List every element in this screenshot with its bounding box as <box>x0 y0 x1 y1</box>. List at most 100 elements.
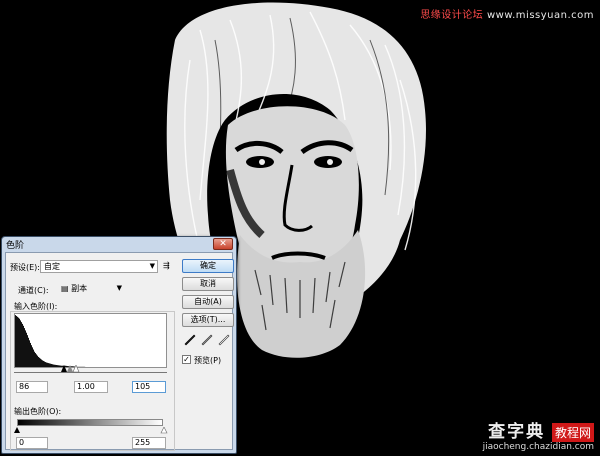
histogram-bar <box>102 367 103 368</box>
watermark-top-url: www.missyuan.com <box>487 10 594 21</box>
dialog-client: 预设(E): 自定 ▼ ⇶ 通道(C): ▤ 副本 ▼ 输入色阶(I): 86 … <box>5 252 234 451</box>
histogram-bar <box>58 365 59 367</box>
watermark-top: 思缘设计论坛 www.missyuan.com <box>420 6 594 21</box>
histogram-bar <box>104 367 105 368</box>
watermark-bottom: 查字典 教程网 jiaocheng.chazidian.com <box>454 417 594 452</box>
histogram-bar <box>47 362 48 367</box>
histogram-bar <box>46 362 47 367</box>
histogram-bar <box>28 337 29 367</box>
histogram-bar <box>49 363 50 367</box>
input-slider-track <box>14 372 167 373</box>
histogram-bar <box>45 362 46 367</box>
gray-point-handle[interactable] <box>67 365 73 372</box>
histogram-bar <box>93 367 94 368</box>
histogram-bar <box>106 367 107 368</box>
output-white-handle[interactable] <box>160 427 168 434</box>
watermark-top-cn: 思缘设计论坛 <box>420 10 484 21</box>
output-levels-label: 输出色阶(O): <box>14 407 62 416</box>
histogram-bar <box>88 367 89 368</box>
preset-options-icon[interactable]: ⇶ <box>163 261 170 270</box>
output-black-field[interactable]: 0 <box>16 437 48 449</box>
histogram-bar <box>54 364 55 367</box>
histogram-bar <box>34 351 35 367</box>
histogram-bar <box>16 315 17 367</box>
histogram-bar <box>43 360 44 367</box>
watermark-big: 查字典 <box>488 422 546 442</box>
input-levels-label: 输入色阶(I): <box>14 302 58 311</box>
histogram-bar <box>89 367 90 368</box>
histogram-bar <box>85 366 86 367</box>
channel-label: 通道(C): <box>16 285 51 296</box>
histogram-bar <box>24 328 25 367</box>
histogram-bar <box>23 325 24 367</box>
ok-button[interactable]: 确定 <box>182 259 234 273</box>
histogram-bar <box>48 363 49 367</box>
gray-eyedropper-icon[interactable] <box>201 334 213 346</box>
histogram-bar <box>52 364 53 367</box>
histogram-bar <box>30 342 31 367</box>
histogram-bar <box>59 365 60 367</box>
histogram-bar <box>51 363 52 367</box>
histogram-bar <box>101 367 102 368</box>
chevron-down-icon: ▼ <box>149 262 155 270</box>
black-eyedropper-icon[interactable] <box>184 334 196 346</box>
input-slider-handles[interactable] <box>61 365 83 373</box>
histogram-bar <box>19 318 20 367</box>
histogram-bar <box>86 367 87 368</box>
black-point-handle[interactable] <box>61 365 67 372</box>
white-point-handle[interactable] <box>72 365 80 373</box>
histogram-bar <box>91 367 92 368</box>
histogram-bar <box>44 361 45 367</box>
histogram-bar <box>38 356 39 367</box>
histogram-bar <box>31 345 32 367</box>
preview-label: 预览(P) <box>194 356 222 365</box>
histogram-bar <box>107 367 108 368</box>
histogram-bar <box>37 355 38 367</box>
histogram-bar <box>83 366 84 367</box>
histogram-bar <box>35 353 36 367</box>
histogram-bar <box>84 366 85 367</box>
histogram-bar <box>98 367 99 368</box>
histogram-bar <box>100 367 101 368</box>
histogram-bar <box>41 359 42 367</box>
histogram-bar <box>105 367 106 368</box>
histogram-bar <box>20 320 21 367</box>
histogram <box>14 313 167 368</box>
output-slider-handles[interactable] <box>14 427 168 434</box>
preset-select[interactable]: 自定 ▼ <box>40 260 158 273</box>
histogram-bar <box>32 347 33 367</box>
channel-value: 副本 <box>71 284 88 293</box>
histogram-bar <box>92 367 93 368</box>
close-button[interactable]: ✕ <box>213 238 233 250</box>
cancel-button[interactable]: 取消 <box>182 277 234 291</box>
histogram-bar <box>25 330 26 367</box>
histogram-bar <box>99 367 100 368</box>
preset-label: 预设(E): <box>10 263 40 272</box>
chevron-down-icon: ▼ <box>116 284 122 292</box>
preset-value: 自定 <box>44 262 60 271</box>
histogram-bar <box>33 349 34 367</box>
histogram-bar <box>56 364 57 367</box>
output-gradient-bar <box>17 419 163 426</box>
input-white-field[interactable]: 105 <box>132 381 166 393</box>
histogram-bar <box>90 367 91 368</box>
histogram-bar <box>18 317 19 367</box>
input-gamma-field[interactable]: 1.00 <box>74 381 108 393</box>
histogram-bar <box>22 323 23 367</box>
histogram-bar <box>27 335 28 367</box>
auto-button[interactable]: 自动(A) <box>182 295 234 309</box>
histogram-bar <box>26 332 27 367</box>
histogram-bar <box>36 354 37 367</box>
options-button[interactable]: 选项(T)... <box>182 313 234 327</box>
preview-checkbox[interactable]: ✓ <box>182 355 191 364</box>
histogram-bar <box>94 367 95 368</box>
histogram-bar <box>39 357 40 367</box>
channel-select[interactable]: ▤ 副本 ▼ <box>58 283 124 296</box>
histogram-bar <box>103 367 104 368</box>
output-white-field[interactable]: 255 <box>132 437 166 449</box>
dialog-titlebar[interactable]: 色阶 ✕ <box>2 237 236 251</box>
histogram-bar <box>97 367 98 368</box>
white-eyedropper-icon[interactable] <box>218 334 230 346</box>
input-black-field[interactable]: 86 <box>16 381 48 393</box>
output-black-handle[interactable] <box>14 427 20 433</box>
